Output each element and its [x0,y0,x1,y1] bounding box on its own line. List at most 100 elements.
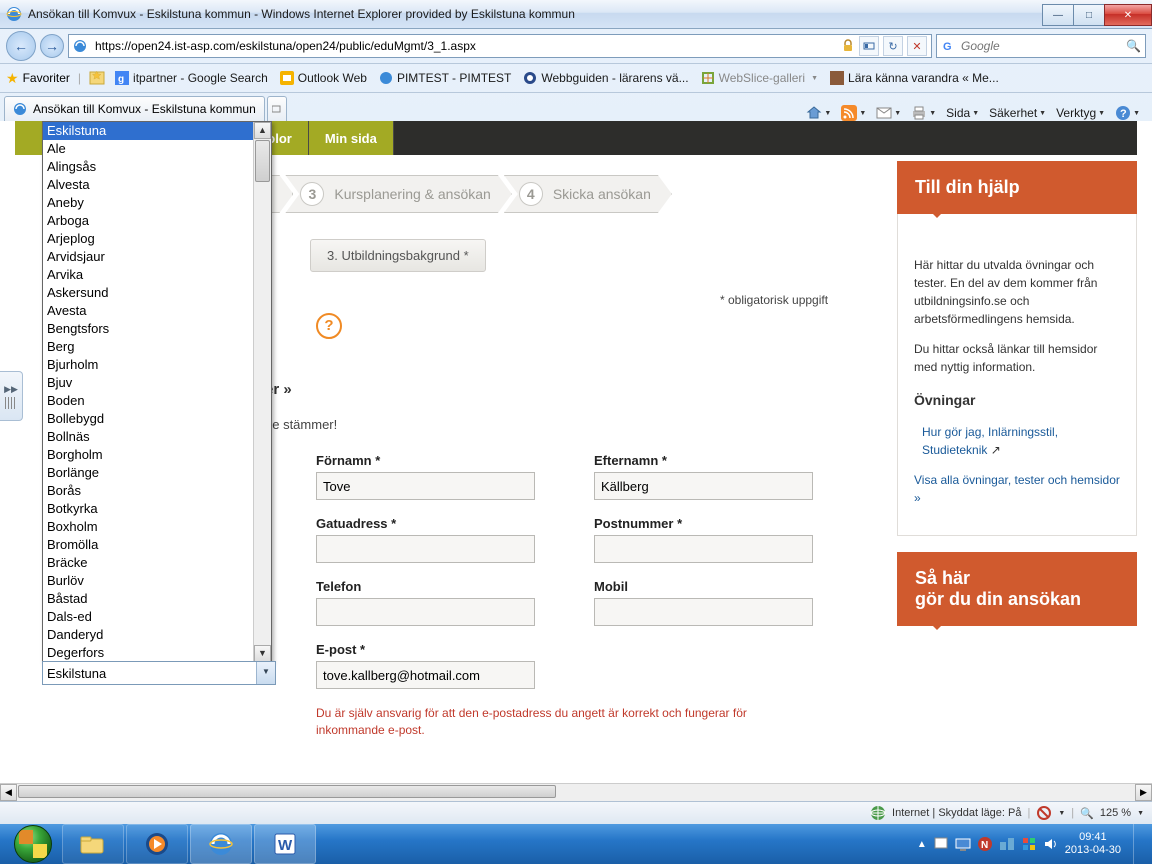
tools-menu[interactable]: Verktyg▼ [1056,106,1105,120]
tray-expand-icon[interactable]: ▲ [917,839,927,850]
fav-item-2[interactable]: PIMTEST - PIMTEST [375,69,515,87]
back-button[interactable]: ← [6,31,36,61]
tray-flag-icon[interactable] [933,836,949,852]
scroll-down-arrow[interactable]: ▼ [254,645,271,662]
scroll-up-arrow[interactable]: ▲ [254,122,271,139]
horizontal-scrollbar[interactable]: ◀ ▶ [0,783,1152,801]
dropdown-option[interactable]: Ale [43,140,271,158]
fav-item-1[interactable]: Outlook Web [276,69,371,87]
dropdown-option[interactable]: Degerfors [43,644,271,662]
zoom-icon[interactable]: 🔍 [1080,807,1094,820]
tray-av-icon[interactable]: N [977,836,993,852]
mail-button[interactable]: ▼ [876,106,901,120]
nav-home-stub[interactable] [15,121,35,155]
dropdown-option[interactable]: Boden [43,392,271,410]
print-button[interactable]: ▼ [911,105,936,121]
stop-button[interactable]: ✕ [907,36,927,56]
taskbar-ie[interactable] [190,824,252,864]
efternamn-input[interactable] [594,472,813,500]
start-button[interactable] [6,824,60,864]
step-4[interactable]: 4Skicka ansökan [504,175,672,213]
dropdown-option[interactable]: Alingsås [43,158,271,176]
dropdown-option[interactable]: Bollebygd [43,410,271,428]
fav-item-3[interactable]: Webbguiden - lärarens vä... [519,69,692,87]
dropdown-option[interactable]: Arvidsjaur [43,248,271,266]
hscroll-thumb[interactable] [18,785,556,798]
fornamn-input[interactable] [316,472,535,500]
safety-menu[interactable]: Säkerhet▼ [989,106,1046,120]
forward-button[interactable]: → [40,34,64,58]
dropdown-option[interactable]: Borås [43,482,271,500]
dropdown-option[interactable]: Bjurholm [43,356,271,374]
postnummer-input[interactable] [594,535,813,563]
protected-mode-toggle[interactable] [1036,805,1052,821]
tray-monitor-icon[interactable] [955,836,971,852]
dropdown-option[interactable]: Burlöv [43,572,271,590]
dropdown-option[interactable]: Båstad [43,590,271,608]
dropdown-option[interactable]: Alvesta [43,176,271,194]
telefon-input[interactable] [316,598,535,626]
dropdown-option[interactable]: Bengtsfors [43,320,271,338]
kommun-select[interactable]: Eskilstuna ▼ [42,661,276,685]
dropdown-option[interactable]: Botkyrka [43,500,271,518]
mobil-input[interactable] [594,598,813,626]
home-button[interactable]: ▼ [806,105,831,121]
dropdown-option[interactable]: Aneby [43,194,271,212]
dropdown-option[interactable]: Askersund [43,284,271,302]
dropdown-option[interactable]: Dals-ed [43,608,271,626]
dropdown-option[interactable]: Boxholm [43,518,271,536]
dropdown-option[interactable]: Danderyd [43,626,271,644]
taskbar-word[interactable]: W [254,824,316,864]
fav-item-5[interactable]: Lära känna varandra « Me... [826,69,1003,87]
favorites-button[interactable]: Favoriter [23,71,70,85]
dropdown-option[interactable]: Arboga [43,212,271,230]
feeds-button[interactable]: ▼ [841,105,866,121]
epost-input[interactable] [316,661,535,689]
tray-action-icon[interactable] [1021,836,1037,852]
chevron-down-icon[interactable]: ▼ [256,662,275,684]
search-icon[interactable]: 🔍 [1126,39,1141,53]
dropdown-option[interactable]: Eskilstuna [43,122,271,140]
search-box[interactable]: G 🔍 [936,34,1146,58]
dropdown-option[interactable]: Berg [43,338,271,356]
help-icon[interactable]: ? [316,313,342,339]
dropdown-option[interactable]: Bjuv [43,374,271,392]
new-tab-button[interactable] [267,96,287,121]
side-panel-handle[interactable]: ▶▶ [0,371,23,421]
page-menu[interactable]: Sida▼ [946,106,979,120]
maximize-button[interactable]: □ [1073,4,1105,26]
gatuadress-input[interactable] [316,535,535,563]
nav-minsida[interactable]: Min sida [309,121,394,155]
refresh-button[interactable]: ↻ [883,36,903,56]
dropdown-option[interactable]: Borlänge [43,464,271,482]
scroll-thumb[interactable] [255,140,270,182]
help-button[interactable]: ?▼ [1115,105,1140,121]
tab-utbildningsbakgrund[interactable]: 3. Utbildningsbakgrund * [310,239,486,272]
tray-clock[interactable]: 09:412013-04-30 [1065,831,1121,857]
minimize-button[interactable]: — [1042,4,1074,26]
taskbar-wmp[interactable] [126,824,188,864]
kommun-dropdown-list[interactable]: EskilstunaAleAlingsåsAlvestaAnebyArbogaA… [42,121,272,663]
search-input[interactable] [959,38,1122,54]
dropdown-option[interactable]: Bräcke [43,554,271,572]
hscroll-right-arrow[interactable]: ▶ [1135,784,1152,801]
show-desktop-button[interactable] [1133,824,1144,864]
close-button[interactable]: ✕ [1104,4,1152,26]
dropdown-option[interactable]: Bollnäs [43,428,271,446]
dropdown-option[interactable]: Arvika [43,266,271,284]
url-input[interactable] [93,38,835,54]
taskbar-explorer[interactable] [62,824,124,864]
dropdown-option[interactable]: Borgholm [43,446,271,464]
fav-item-4[interactable]: WebSlice-galleri▼ [697,69,822,87]
tray-volume-icon[interactable] [1043,836,1059,852]
favorites-star-icon[interactable]: ★ [6,70,19,87]
hscroll-left-arrow[interactable]: ◀ [0,784,17,801]
tray-net-icon[interactable] [999,836,1015,852]
sidebar-link2[interactable]: Visa alla övningar, tester och hemsidor … [914,473,1120,505]
dropdown-option[interactable]: Arjeplog [43,230,271,248]
address-bar[interactable]: ↻ ✕ [68,34,932,58]
browser-tab-active[interactable]: Ansökan till Komvux - Eskilstuna kommun [4,96,265,121]
dropdown-option[interactable]: Avesta [43,302,271,320]
compat-view-icon[interactable] [859,36,879,56]
dropdown-option[interactable]: Bromölla [43,536,271,554]
